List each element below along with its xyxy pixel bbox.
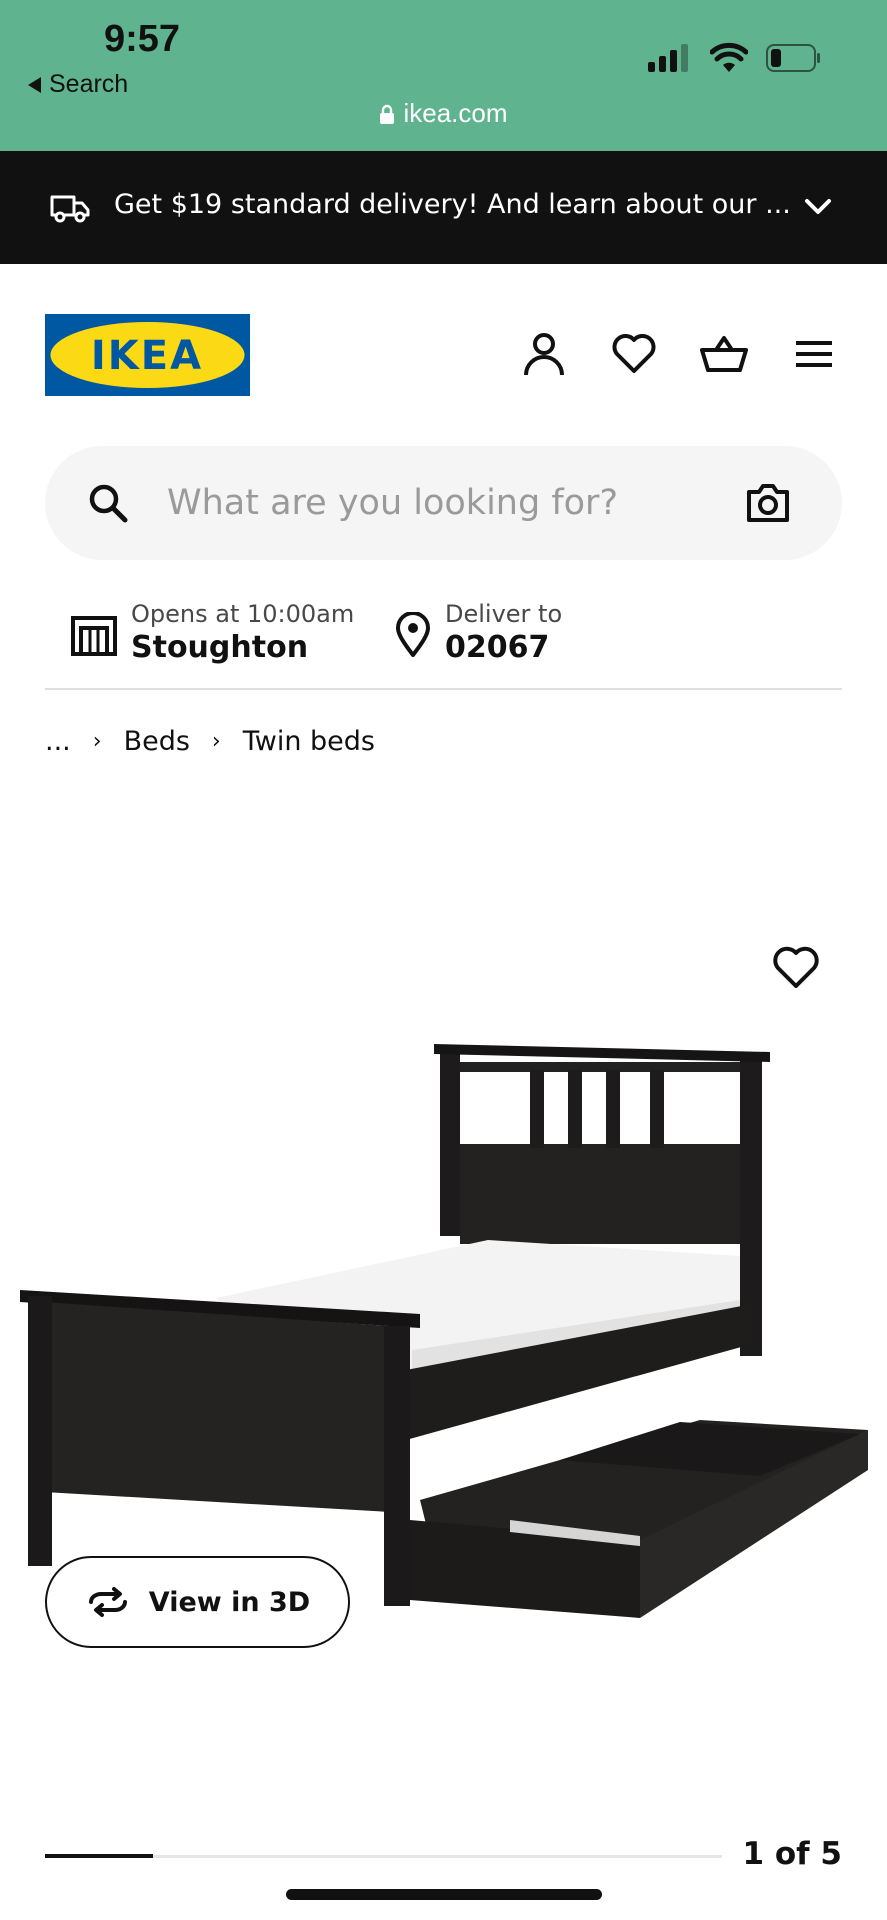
address-bar[interactable]: ikea.com <box>0 98 887 129</box>
view-in-3d-label: View in 3D <box>148 1586 311 1618</box>
back-triangle-icon <box>28 76 41 93</box>
status-time: 9:57 <box>104 18 181 60</box>
profile-icon <box>524 333 564 376</box>
profile-button[interactable] <box>520 330 568 378</box>
basket-button[interactable] <box>700 330 748 378</box>
ikea-logo-graphic: IKEA <box>45 314 250 396</box>
truck-icon <box>50 195 90 223</box>
store-delivery-row: Opens at 10:00am Stoughton Deliver to 02… <box>45 590 842 690</box>
store-name: Stoughton <box>131 630 309 665</box>
svg-text:IKEA: IKEA <box>91 333 203 379</box>
breadcrumb-ellipsis[interactable]: ... <box>45 726 71 757</box>
breadcrumb-beds[interactable]: Beds <box>124 726 190 757</box>
wifi-icon <box>710 42 748 72</box>
back-label: Search <box>49 70 129 98</box>
location-pin-icon <box>396 612 430 657</box>
rotate-3d-icon <box>88 1587 127 1617</box>
battery-icon <box>766 44 820 72</box>
cellular-signal-icon <box>648 44 688 72</box>
hamburger-menu-icon <box>796 341 832 367</box>
promo-banner[interactable]: Get $19 standard delivery! And learn abo… <box>0 151 887 264</box>
view-in-3d-button[interactable]: View in 3D <box>45 1556 350 1648</box>
search-bar <box>45 446 842 560</box>
product-image[interactable] <box>0 900 887 1660</box>
deliver-zip: 02067 <box>445 630 550 665</box>
add-to-favorites-icon[interactable] <box>772 944 820 992</box>
search-input[interactable] <box>167 472 727 534</box>
chevron-down-icon[interactable] <box>802 195 834 219</box>
status-bar: 9:57 Search ikea.com <box>0 0 887 151</box>
carousel-counter: 1 of 5 <box>742 1836 842 1872</box>
favorites-button[interactable] <box>610 330 658 378</box>
breadcrumb-twin-beds[interactable]: Twin beds <box>243 726 375 757</box>
deliver-label: Deliver to <box>445 600 563 628</box>
chevron-right-icon: › <box>92 729 102 754</box>
promo-text: Get $19 standard delivery! And learn abo… <box>114 189 791 220</box>
store-selector[interactable]: Opens at 10:00am Stoughton <box>71 600 354 665</box>
bed-illustration <box>20 1044 868 1618</box>
breadcrumb: ... › Beds › Twin beds <box>45 726 375 757</box>
back-to-search-button[interactable]: Search <box>28 70 128 99</box>
camera-icon[interactable] <box>745 480 791 526</box>
basket-icon <box>700 336 748 372</box>
url-text: ikea.com <box>403 98 508 128</box>
menu-button[interactable] <box>790 330 838 378</box>
ikea-logo[interactable]: IKEA <box>45 314 250 396</box>
lock-icon <box>380 104 395 124</box>
store-icon <box>71 616 117 656</box>
delivery-selector[interactable]: Deliver to 02067 <box>395 600 562 665</box>
heart-icon <box>612 334 656 373</box>
home-indicator[interactable] <box>286 1889 602 1900</box>
carousel-progress-bar <box>45 1854 154 1858</box>
chevron-right-icon: › <box>211 729 221 754</box>
search-icon[interactable] <box>87 482 129 524</box>
carousel-progress-track[interactable] <box>45 1854 722 1858</box>
store-hours: Opens at 10:00am <box>131 600 355 628</box>
header-icons <box>520 330 838 378</box>
